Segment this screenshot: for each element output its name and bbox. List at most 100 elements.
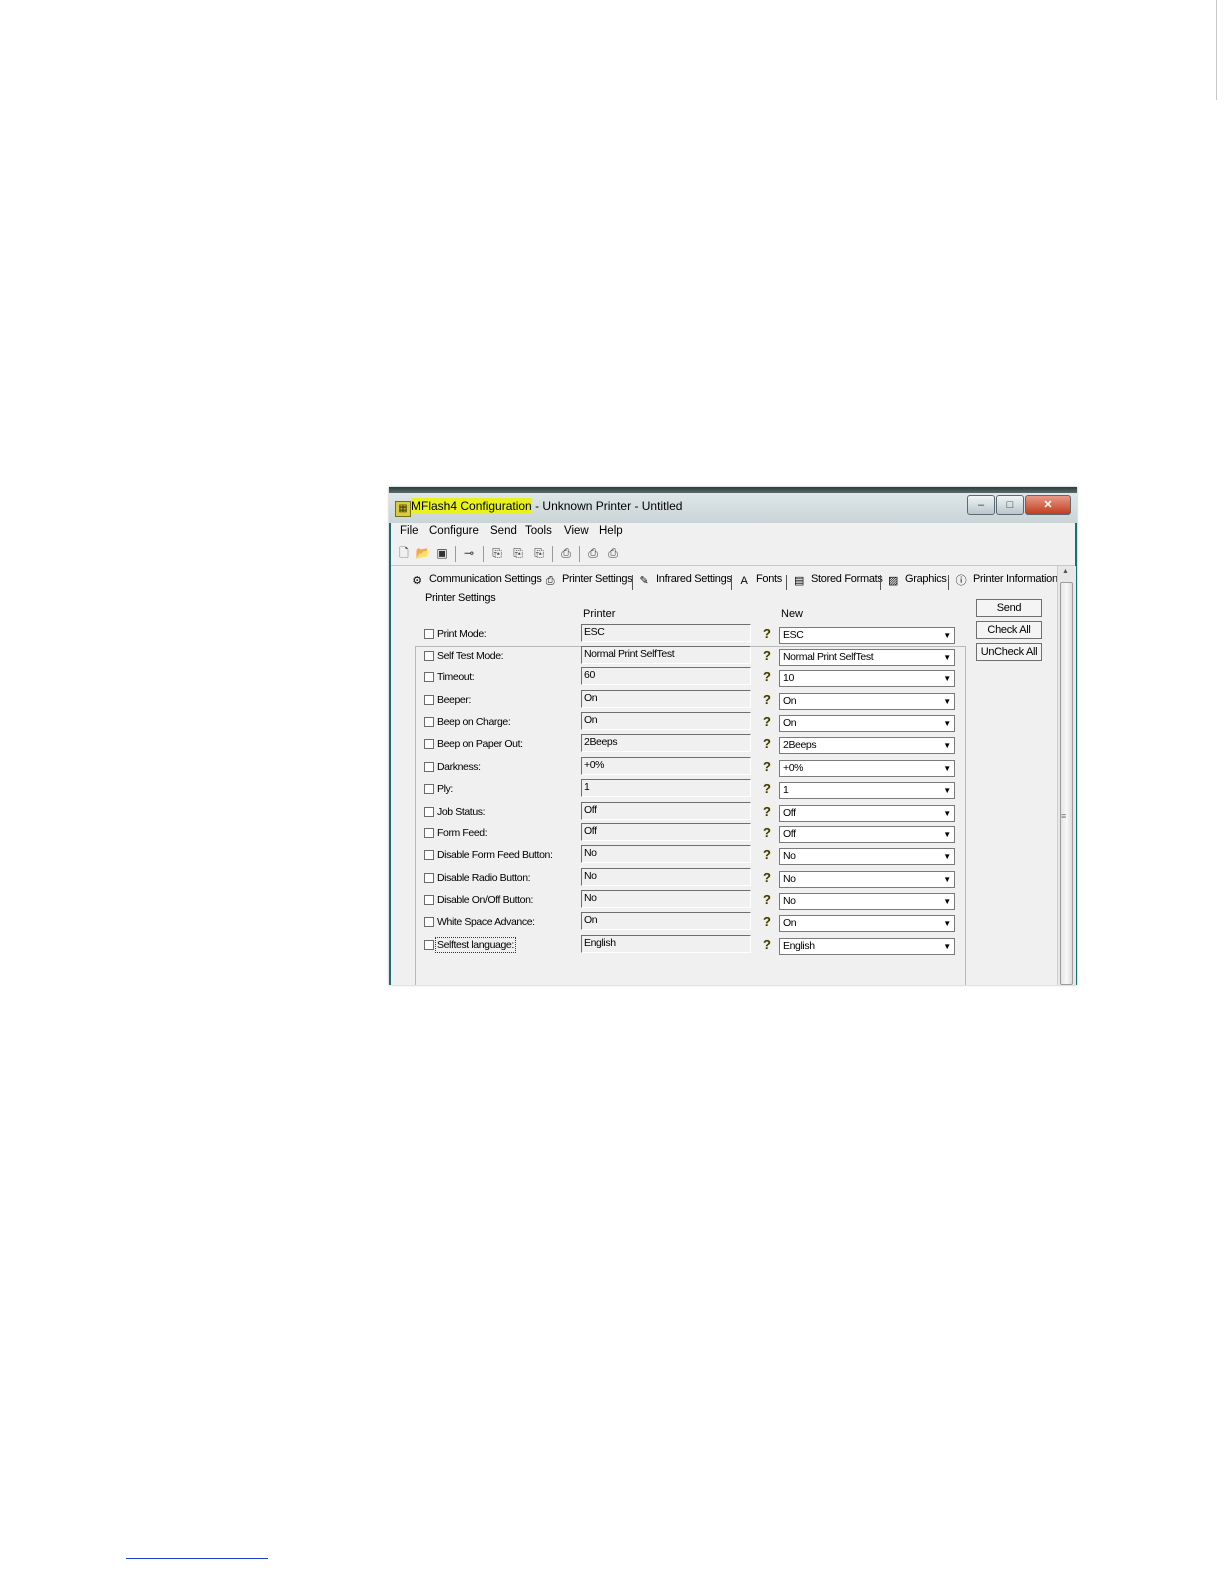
chevron-down-icon[interactable]: ▼ — [941, 717, 953, 730]
help-icon[interactable]: ? — [761, 759, 773, 775]
menu-file[interactable]: File — [400, 525, 419, 537]
new-value-dropdown[interactable]: Normal Print SelfTest ▼ — [779, 649, 955, 666]
chevron-down-icon[interactable]: ▼ — [941, 672, 953, 685]
new-value-dropdown[interactable]: On ▼ — [779, 915, 955, 932]
chevron-down-icon[interactable]: ▼ — [941, 895, 953, 908]
selected-value: Off — [783, 828, 796, 840]
help-icon[interactable]: ? — [761, 937, 773, 953]
help-icon[interactable]: ? — [761, 914, 773, 930]
toolbar-separator — [455, 546, 456, 562]
setting-checkbox[interactable] — [424, 695, 434, 705]
setting-checkbox[interactable] — [424, 739, 434, 749]
chevron-down-icon[interactable]: ▼ — [941, 784, 953, 797]
selected-value: On — [783, 695, 797, 707]
help-icon[interactable]: ? — [761, 626, 773, 642]
new-file-icon[interactable]: 🗋 — [396, 546, 412, 561]
setting-checkbox[interactable] — [424, 629, 434, 639]
setting-label: Disable On/Off Button: — [437, 894, 534, 906]
maximize-icon[interactable]: □ — [996, 495, 1024, 515]
key-icon[interactable]: ⊸ — [461, 546, 477, 561]
scrollbar-thumb[interactable] — [1060, 582, 1073, 985]
help-icon[interactable]: ? — [761, 804, 773, 820]
printer-receive-icon[interactable]: ⎙ — [605, 546, 621, 561]
menu-tools[interactable]: Tools — [525, 525, 552, 537]
menu-configure[interactable]: Configure — [429, 525, 479, 537]
menu-view[interactable]: View — [564, 525, 589, 537]
menu-help[interactable]: Help — [599, 525, 623, 537]
help-icon[interactable]: ? — [761, 648, 773, 664]
chevron-down-icon[interactable]: ▼ — [941, 917, 953, 930]
chevron-down-icon[interactable]: ▼ — [941, 873, 953, 886]
setting-checkbox[interactable] — [424, 762, 434, 772]
chevron-down-icon[interactable]: ▼ — [941, 651, 953, 664]
tab-infrared-settings[interactable]: ✎ Infrared Settings — [637, 573, 732, 588]
tab-stored-formats[interactable]: ▤ Stored Formats — [792, 573, 883, 588]
setting-checkbox[interactable] — [424, 873, 434, 883]
help-icon[interactable]: ? — [761, 692, 773, 708]
help-icon[interactable]: ? — [761, 825, 773, 841]
setting-checkbox[interactable] — [424, 672, 434, 682]
help-icon[interactable]: ? — [761, 892, 773, 908]
chevron-down-icon[interactable]: ▼ — [941, 762, 953, 775]
close-icon[interactable]: ✕ — [1025, 495, 1071, 515]
send-multiple-icon[interactable]: ⎘ — [510, 546, 526, 561]
help-icon[interactable]: ? — [761, 870, 773, 886]
send-button[interactable]: Send — [976, 599, 1042, 617]
printer-app-icon[interactable]: ▦ — [395, 501, 411, 517]
setting-checkbox[interactable] — [424, 807, 434, 817]
send-file-icon[interactable]: ⎘ — [489, 546, 505, 561]
printer-send-icon[interactable]: ⎙ — [585, 546, 601, 561]
new-value-dropdown[interactable]: +0% ▼ — [779, 760, 955, 777]
new-value-dropdown[interactable]: 2Beeps ▼ — [779, 737, 955, 754]
vertical-scrollbar[interactable]: ▲ ≡ — [1057, 566, 1076, 985]
menu-send[interactable]: Send — [490, 525, 517, 537]
send-settings-icon[interactable]: ⎘ — [531, 546, 547, 561]
printer-toolbar-icon[interactable]: ⎙ — [558, 546, 574, 561]
setting-checkbox[interactable] — [424, 651, 434, 661]
chevron-down-icon[interactable]: ▼ — [941, 629, 953, 642]
check-all-button[interactable]: Check All — [976, 621, 1042, 639]
new-value-dropdown[interactable]: 10 ▼ — [779, 670, 955, 687]
new-value-dropdown[interactable]: 1 ▼ — [779, 782, 955, 799]
chevron-down-icon[interactable]: ▼ — [941, 940, 953, 953]
new-value-dropdown[interactable]: On ▼ — [779, 715, 955, 732]
chevron-down-icon[interactable]: ▼ — [941, 828, 953, 841]
setting-checkbox[interactable] — [424, 940, 434, 950]
new-value-dropdown[interactable]: On ▼ — [779, 693, 955, 710]
open-folder-icon[interactable]: 📂 — [415, 546, 431, 561]
tab-graphics[interactable]: ▨ Graphics — [886, 573, 947, 588]
new-value-dropdown[interactable]: Off ▼ — [779, 805, 955, 822]
setting-checkbox[interactable] — [424, 917, 434, 927]
chevron-down-icon[interactable]: ▼ — [941, 850, 953, 863]
new-value-dropdown[interactable]: No ▼ — [779, 893, 955, 910]
chevron-down-icon[interactable]: ▼ — [941, 739, 953, 752]
tab-printer-information[interactable]: ⓘ Printer Information — [954, 573, 1058, 588]
setting-checkbox[interactable] — [424, 828, 434, 838]
scroll-up-icon[interactable]: ▲ — [1062, 568, 1069, 575]
tab-communication-settings[interactable]: ⚙ Communication Settings — [410, 573, 542, 588]
uncheck-all-button[interactable]: UnCheck All — [976, 643, 1042, 661]
new-value-dropdown[interactable]: No ▼ — [779, 871, 955, 888]
footnote-rule — [126, 1558, 268, 1559]
help-icon[interactable]: ? — [761, 847, 773, 863]
help-icon[interactable]: ? — [761, 781, 773, 797]
setting-checkbox[interactable] — [424, 850, 434, 860]
infrared-icon: ✎ — [639, 575, 649, 587]
new-value-dropdown[interactable]: No ▼ — [779, 848, 955, 865]
new-value-dropdown[interactable]: ESC ▼ — [779, 627, 955, 644]
setting-checkbox[interactable] — [424, 717, 434, 727]
help-icon[interactable]: ? — [761, 736, 773, 752]
help-icon[interactable]: ? — [761, 714, 773, 730]
new-value-dropdown[interactable]: English ▼ — [779, 938, 955, 955]
help-icon[interactable]: ? — [761, 669, 773, 685]
tab-fonts[interactable]: A Fonts — [737, 573, 782, 588]
chevron-down-icon[interactable]: ▼ — [941, 695, 953, 708]
tab-printer-settings[interactable]: ⎙ Printer Settings — [543, 573, 633, 588]
new-value-dropdown[interactable]: Off ▼ — [779, 826, 955, 843]
chevron-down-icon[interactable]: ▼ — [941, 807, 953, 820]
setting-checkbox[interactable] — [424, 784, 434, 794]
setting-row-darkness: Darkness: +0%? +0% ▼ — [391, 757, 1057, 779]
setting-checkbox[interactable] — [424, 895, 434, 905]
minimize-icon[interactable]: – — [967, 495, 995, 515]
save-icon[interactable]: ▣ — [434, 546, 450, 561]
